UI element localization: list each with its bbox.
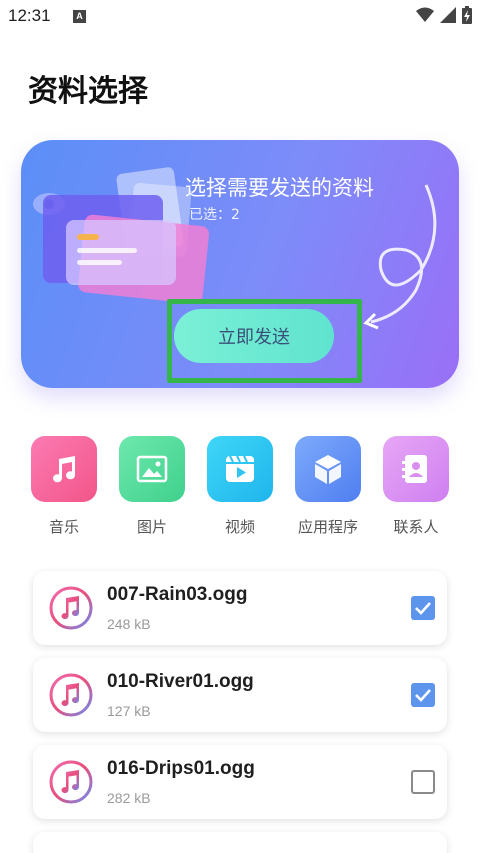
category-contacts[interactable]: 联系人 [380,436,452,537]
selected-count: 已选：2 [189,207,240,223]
file-name: 010-River01.ogg [107,671,254,692]
music-icon [31,436,97,502]
category-music[interactable]: 音乐 [28,436,100,537]
music-file-icon [49,760,93,804]
file-name: 016-Drips01.ogg [107,758,255,779]
signal-icon [440,7,456,27]
file-list: 007-Rain03.ogg 248 kB 010-River01.ogg 12… [33,571,447,853]
highlight-box [167,299,362,383]
music-file-icon [49,586,93,630]
wifi-icon [416,7,434,27]
page-title: 资料选择 [28,74,148,109]
category-label: 视频 [224,518,255,536]
status-time: 12:31 [8,6,51,25]
image-icon [119,436,185,502]
category-label: 图片 [136,518,167,536]
video-icon [207,436,273,502]
file-size: 248 kB [107,616,151,632]
category-images[interactable]: 图片 [116,436,188,537]
file-size: 282 kB [107,790,151,806]
contact-icon [383,436,449,502]
list-item[interactable]: 010-River01.ogg 127 kB [33,658,447,732]
checkbox-checked[interactable] [411,596,435,620]
file-size: 127 kB [107,703,151,719]
cube-icon [295,436,361,502]
file-name: 007-Rain03.ogg [107,584,248,605]
category-row: 音乐 图片 视频 应用程序 联系人 [28,436,452,537]
status-bar: 12:31 A [0,0,480,34]
checkbox-checked[interactable] [411,683,435,707]
battery-icon [462,6,472,28]
music-file-icon [49,673,93,717]
category-label: 联系人 [393,518,439,536]
category-video[interactable]: 视频 [204,436,276,537]
list-item[interactable] [33,832,447,853]
category-apps[interactable]: 应用程序 [292,436,364,537]
checkbox-unchecked[interactable] [411,770,435,794]
banner-title: 选择需要发送的资料 [185,176,374,200]
list-item[interactable]: 007-Rain03.ogg 248 kB [33,571,447,645]
category-label: 应用程序 [297,518,358,536]
notification-icon: A [73,10,86,23]
list-item[interactable]: 016-Drips01.ogg 282 kB [33,745,447,819]
category-label: 音乐 [48,518,79,536]
